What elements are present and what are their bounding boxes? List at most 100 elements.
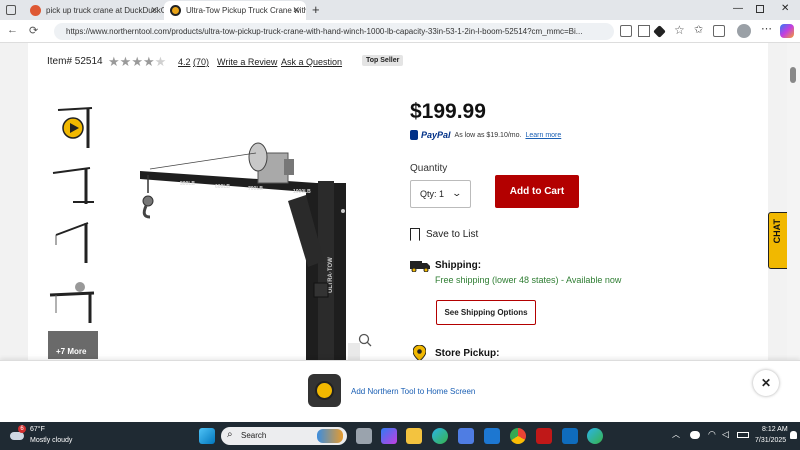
boom-label: 1000LB [293, 189, 311, 195]
edge-icon[interactable] [432, 428, 448, 444]
search-icon: ⌕ [227, 429, 233, 440]
tray-chevron-icon[interactable]: ︿ [672, 429, 680, 440]
clock-time[interactable]: 8:12 AM [762, 426, 788, 433]
minimize-icon[interactable]: — [733, 3, 743, 14]
review-count[interactable]: (70) [193, 57, 209, 67]
chevron-down-icon: ⌄ [451, 188, 463, 198]
thumbnail-image[interactable] [48, 158, 98, 208]
copilot-app-icon[interactable] [381, 428, 397, 444]
tab-title: Ultra-Tow Pickup Truck Crane with [186, 6, 306, 15]
rating-value[interactable]: 4.2 [178, 57, 191, 67]
url-text: https://www.northerntool.com/products/ul… [66, 27, 583, 36]
top-seller-badge: Top Seller [362, 55, 404, 66]
star-icon: ★ [119, 54, 132, 69]
weather-cloud-icon [10, 432, 24, 440]
item-number: Item# 52514 [47, 56, 103, 67]
volume-icon[interactable]: ◁ [722, 429, 729, 440]
quantity-select[interactable]: Qty: 1 ⌄ [410, 180, 471, 208]
address-bar-row: ← ⟳ https://www.northerntool.com/product… [0, 20, 800, 43]
star-half-icon: ★ [154, 54, 167, 69]
weather-temp: 67°F [30, 426, 45, 433]
mcafee-icon[interactable] [536, 428, 552, 444]
clock-date[interactable]: 7/31/2025 [755, 437, 786, 444]
northern-tool-favicon-icon [170, 5, 181, 16]
quantity-value: Qty: 1 [420, 189, 445, 199]
thumbnail-image[interactable] [48, 215, 98, 265]
chrome-icon[interactable] [510, 428, 526, 444]
back-icon[interactable]: ← [7, 24, 18, 36]
file-explorer-icon[interactable] [406, 428, 422, 444]
tab-northern-tool[interactable]: Ultra-Tow Pickup Truck Crane with ✕ [164, 1, 306, 20]
tab-duckduckgo[interactable]: pick up truck crane at DuckDuckG ✕ [24, 1, 164, 20]
star-icon: ★ [131, 54, 143, 69]
chat-label: CHAT [772, 219, 782, 244]
task-view-icon[interactable] [356, 428, 372, 444]
thumbnail-image[interactable] [48, 273, 98, 323]
tab-strip: pick up truck crane at DuckDuckG ✕ Ultra… [0, 0, 800, 20]
paypal-row: PayPal As low as $19.10/mo. Learn more [410, 130, 561, 140]
taskbar-search-label: Search [241, 431, 267, 440]
close-banner-button[interactable]: ✕ [753, 370, 779, 396]
write-review-link[interactable]: Write a Review [217, 57, 277, 67]
refresh-icon[interactable]: ⟳ [29, 24, 38, 37]
tab-actions-icon[interactable] [6, 5, 16, 15]
more-menu-icon[interactable]: ⋯ [761, 22, 773, 35]
windows-taskbar: 6 67°F Mostly cloudy ⌕ Search ︿ ◠ ◁ 8:12… [0, 422, 800, 450]
new-tab-icon[interactable]: + [312, 2, 320, 17]
maximize-icon[interactable] [756, 5, 764, 13]
wifi-icon[interactable]: ◠ [708, 429, 716, 440]
weather-condition: Mostly cloudy [30, 437, 73, 444]
thumbnail-video[interactable] [48, 100, 98, 150]
add-to-cart-button[interactable]: Add to Cart [495, 175, 579, 208]
tray-app-icon[interactable] [690, 431, 700, 439]
rating-stars: ★★★★★ [108, 53, 166, 71]
search-highlight-icon [317, 429, 343, 443]
post-brand-label: ULTRA·TOW [328, 257, 334, 293]
store-pickup-title: Store Pickup: [435, 348, 500, 359]
more-images-label: +7 More [56, 347, 87, 356]
edge-active-icon[interactable] [587, 428, 603, 444]
reader-icon[interactable] [620, 25, 632, 37]
product-price: $199.99 [410, 100, 486, 123]
weather-badge: 6 [18, 425, 26, 433]
main-product-image[interactable]: 500LB 600LB 700LB 1000LB ULTRA·TOW [138, 93, 388, 401]
app-icon[interactable] [484, 428, 500, 444]
outlook-icon[interactable] [562, 428, 578, 444]
quantity-label: Quantity [410, 163, 448, 174]
save-to-list[interactable]: Save to List [410, 228, 478, 241]
weather-widget[interactable]: 6 67°F Mostly cloudy [10, 425, 100, 447]
copilot-icon[interactable] [780, 24, 794, 38]
boom-label: 600LB [215, 184, 230, 190]
taskbar-search[interactable]: ⌕ Search [221, 427, 347, 445]
favorites-icon[interactable]: ✩ [694, 23, 706, 36]
shipping-detail: Free shipping (lower 48 states) - Availa… [435, 275, 622, 285]
close-window-icon[interactable]: ✕ [781, 3, 789, 14]
scrollbar-thumb[interactable] [790, 67, 796, 83]
coupon-icon[interactable] [653, 25, 666, 38]
ask-question-link[interactable]: Ask a Question [281, 57, 342, 67]
url-field[interactable]: https://www.northerntool.com/products/ul… [54, 23, 614, 40]
install-app-banner: Add Northern Tool to Home Screen ✕ [0, 360, 800, 422]
close-icon: ✕ [760, 376, 772, 390]
notification-bell-icon[interactable] [790, 431, 797, 439]
thumbnail-more[interactable]: +7 More [48, 331, 98, 359]
chat-button[interactable]: CHAT [768, 212, 788, 269]
boom-label: 500LB [180, 181, 195, 187]
bookmark-icon [410, 228, 420, 241]
profile-avatar[interactable] [737, 24, 751, 38]
paypal-learn-more-link[interactable]: Learn more [525, 132, 561, 139]
apps-icon[interactable] [638, 25, 650, 37]
northern-tool-app-icon[interactable] [308, 374, 341, 407]
collections-icon[interactable] [713, 25, 725, 37]
store-icon[interactable] [458, 428, 474, 444]
paypal-brand: PayPal [421, 130, 451, 140]
zoom-icon[interactable] [358, 333, 372, 352]
add-to-home-screen-link[interactable]: Add Northern Tool to Home Screen [351, 387, 475, 396]
close-tab-icon[interactable]: ✕ [150, 5, 158, 16]
battery-icon[interactable] [737, 432, 749, 438]
start-icon[interactable] [199, 428, 215, 444]
tab-title: pick up truck crane at DuckDuckG [46, 6, 164, 15]
see-shipping-options-button[interactable]: See Shipping Options [436, 300, 536, 325]
close-tab-icon[interactable]: ✕ [292, 5, 300, 16]
favorite-star-icon[interactable]: ☆ [674, 23, 686, 37]
